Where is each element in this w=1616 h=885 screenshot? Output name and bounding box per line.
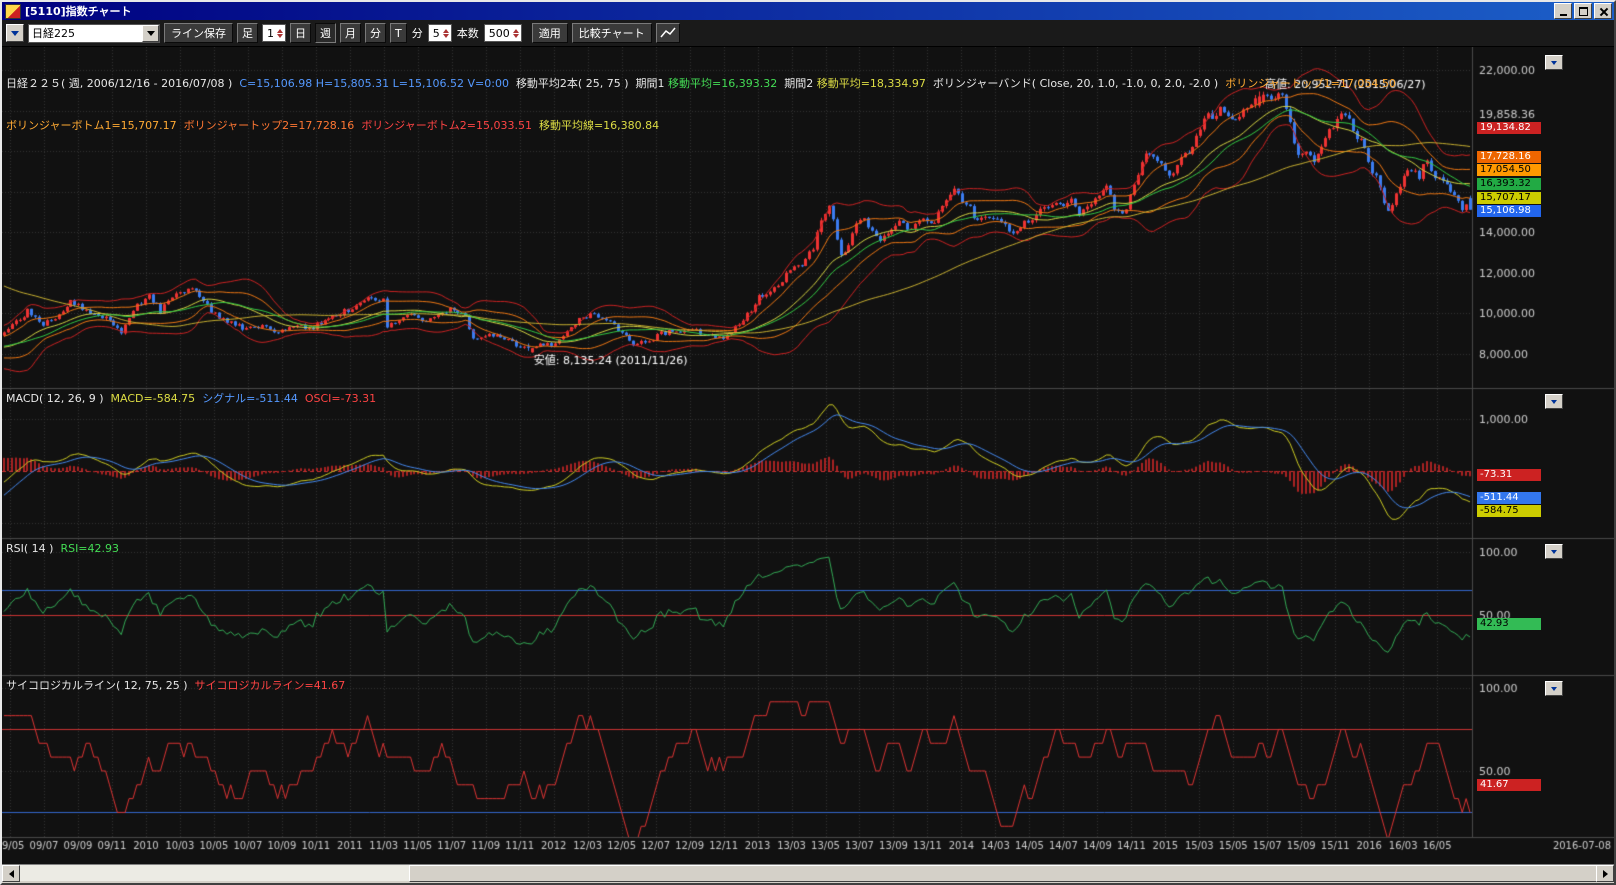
panel-collapse-button[interactable] (6, 24, 24, 42)
main-panel-menu-button[interactable] (1545, 55, 1563, 70)
rsi-panel-menu-button[interactable] (1545, 544, 1563, 559)
bar-type-button[interactable]: 足 (237, 23, 258, 43)
period-week-button[interactable]: 週 (315, 23, 336, 43)
price-chart-canvas[interactable] (2, 47, 1614, 864)
spinner-arrows-icon[interactable] (443, 29, 449, 38)
bar-count-value: 1 (267, 27, 274, 40)
chevron-down-icon (1551, 400, 1557, 404)
spinner-arrows-icon[interactable] (513, 29, 519, 38)
scroll-right-button[interactable] (1596, 865, 1614, 882)
symbol-select-value: 日経225 (29, 25, 142, 41)
price-tag: 16,393.32 (1477, 178, 1541, 190)
bar-number-spinner[interactable]: 500 (484, 24, 522, 42)
combo-dropdown-button[interactable] (142, 25, 159, 42)
period-month-button[interactable]: 月 (340, 23, 361, 43)
scroll-left-button[interactable] (2, 865, 20, 882)
chevron-down-icon (1551, 550, 1557, 554)
price-tag: 15,106.98 (1477, 205, 1541, 217)
bar-number-value: 500 (489, 27, 510, 40)
macd-panel-menu-button[interactable] (1545, 394, 1563, 409)
apply-button[interactable]: 適用 (532, 23, 568, 43)
chevron-down-icon (147, 31, 155, 36)
arrow-right-icon (1603, 870, 1608, 878)
minute-spinner[interactable]: 5 (428, 24, 452, 42)
maximize-icon (1579, 7, 1588, 16)
trendline-icon (660, 27, 676, 39)
price-tag: 42.93 (1477, 618, 1541, 630)
arrow-left-icon (9, 870, 14, 878)
price-tag: -511.44 (1477, 492, 1541, 504)
bar-number-label: 本数 (456, 25, 480, 41)
minute-value: 5 (433, 27, 440, 40)
close-icon (1599, 7, 1608, 16)
window-title: [5110]指数チャート (25, 3, 1552, 19)
psych-panel-menu-button[interactable] (1545, 681, 1563, 696)
chart-area: 日経２２５( 週, 2006/12/16 - 2016/07/08 ) C=15… (2, 47, 1614, 864)
bar-count-spinner[interactable]: 1 (262, 24, 286, 42)
chevron-down-icon (1551, 687, 1557, 691)
price-tag: 15,707.17 (1477, 192, 1541, 204)
horizontal-scrollbar[interactable] (2, 864, 1614, 881)
price-tag: -584.75 (1477, 505, 1541, 517)
close-button[interactable] (1594, 3, 1612, 19)
app-window: [5110]指数チャート 日経225 ライン保存 足 1 日 週 月 分 T 分… (0, 0, 1616, 885)
app-icon (5, 4, 21, 19)
trendline-tool-button[interactable] (656, 23, 680, 43)
spinner-arrows-icon[interactable] (277, 29, 283, 38)
minute-label: 分 (411, 25, 424, 41)
price-tag: -73.31 (1477, 469, 1541, 481)
minimize-icon (1560, 14, 1567, 16)
compare-chart-button[interactable]: 比較チャート (572, 23, 652, 43)
period-minute-button[interactable]: 分 (365, 23, 386, 43)
price-tag: 17,728.16 (1477, 151, 1541, 163)
tick-button[interactable]: T (390, 23, 407, 43)
price-tag: 19,134.82 (1477, 122, 1541, 134)
toolbar: 日経225 ライン保存 足 1 日 週 月 分 T 分 5 本数 500 適用 … (2, 20, 1614, 47)
scrollbar-thumb[interactable] (409, 865, 1598, 882)
chevron-down-icon (11, 31, 19, 36)
price-tag: 17,054.50 (1477, 164, 1541, 176)
chevron-down-icon (1551, 61, 1557, 65)
minimize-button[interactable] (1554, 3, 1572, 19)
titlebar: [5110]指数チャート (2, 2, 1614, 20)
maximize-button[interactable] (1574, 3, 1592, 19)
period-day-button[interactable]: 日 (290, 23, 311, 43)
save-line-button[interactable]: ライン保存 (164, 23, 233, 43)
symbol-select[interactable]: 日経225 (28, 24, 160, 43)
price-tag: 41.67 (1477, 779, 1541, 791)
